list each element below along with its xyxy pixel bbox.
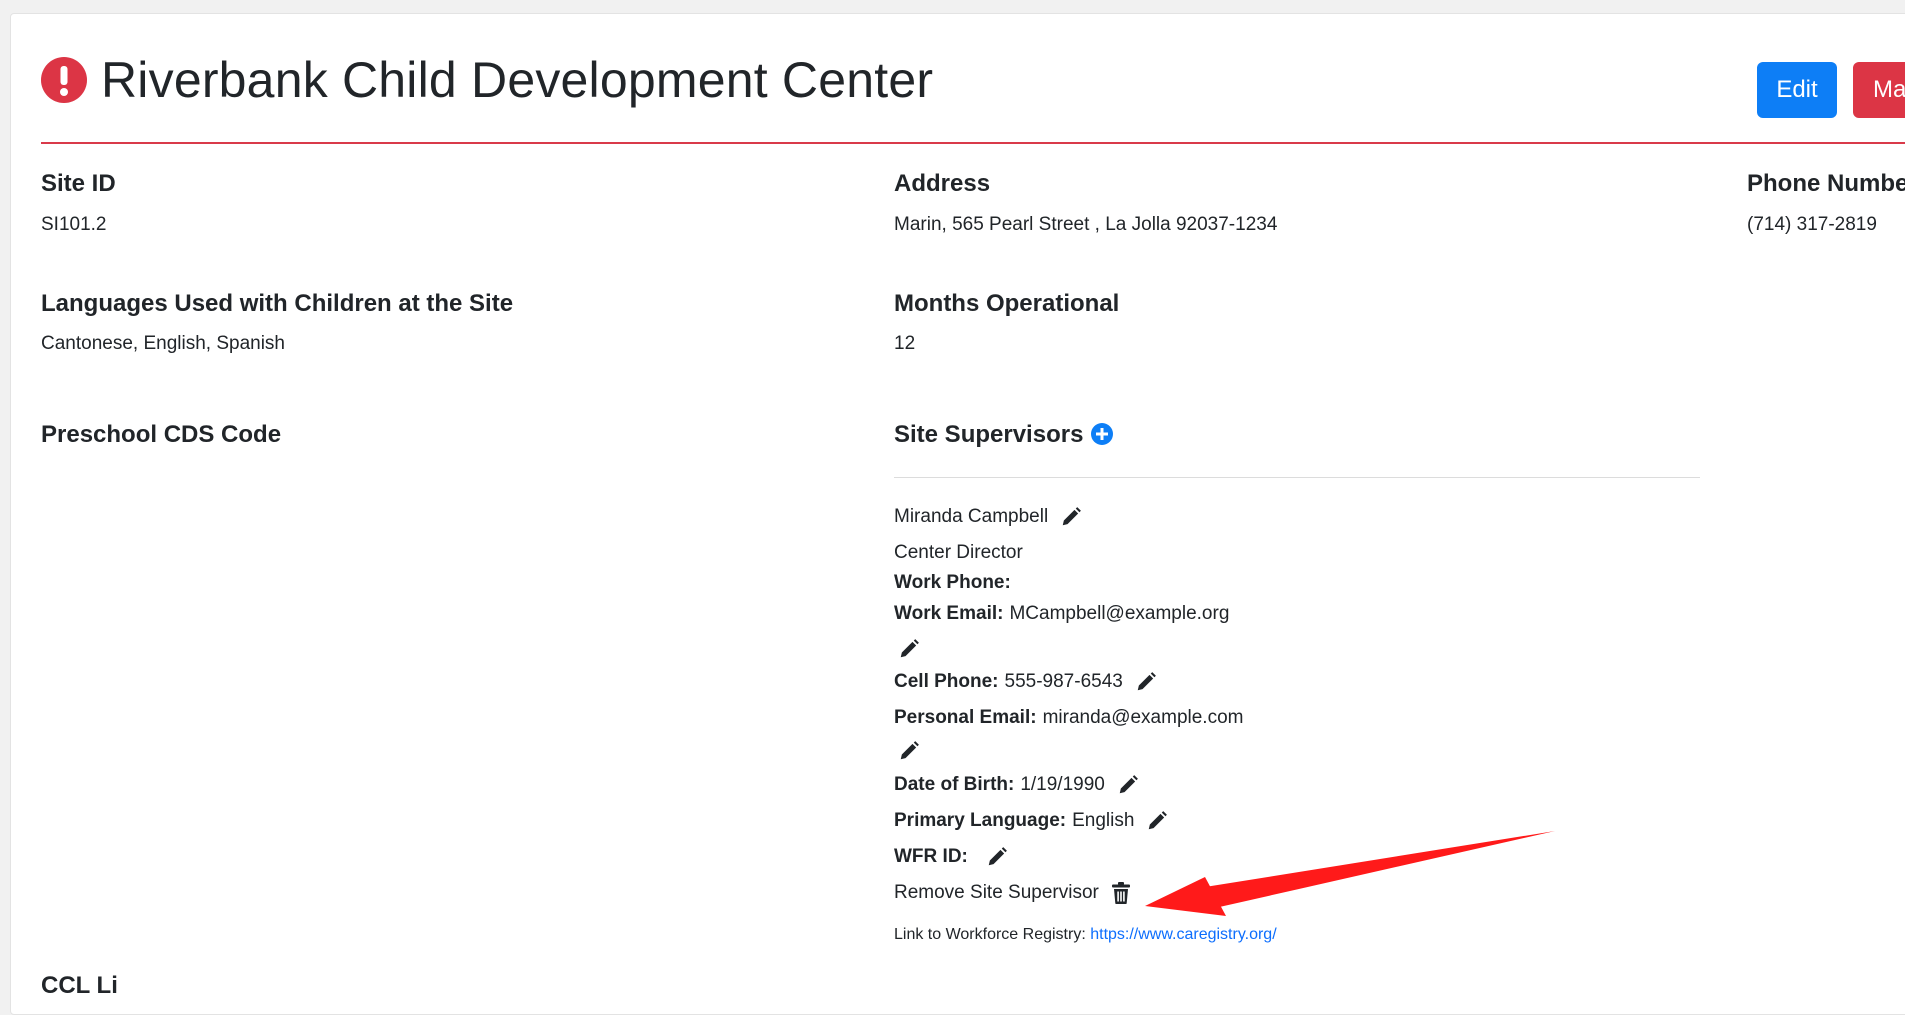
next-section-label: CCL Li — [41, 972, 118, 999]
wfr-id-row: WFR ID: — [894, 846, 1008, 868]
supervisors-divider — [894, 477, 1700, 478]
site-id-value: SI101.2 — [41, 214, 107, 235]
workforce-registry-label: Link to Workforce Registry: — [894, 926, 1086, 943]
remove-supervisor-label: Remove Site Supervisor — [894, 882, 1099, 903]
edit-personal-email-pencil-icon[interactable] — [898, 740, 920, 762]
dob-row: Date of Birth: 1/19/1990 — [894, 774, 1139, 796]
title-row: Riverbank Child Development Center — [41, 50, 933, 110]
phone-label: Phone Numbe — [1747, 170, 1905, 197]
page-title: Riverbank Child Development Center — [101, 52, 934, 108]
exclamation-circle-icon — [41, 57, 87, 103]
address-value: Marin, 565 Pearl Street , La Jolla 92037… — [894, 214, 1278, 235]
personal-email-label: Personal Email: — [894, 707, 1037, 728]
remove-supervisor-row: Remove Site Supervisor — [894, 882, 1131, 904]
edit-name-pencil-icon[interactable] — [1060, 506, 1082, 528]
supervisor-role: Center Director — [894, 542, 1023, 563]
workforce-registry-row: Link to Workforce Registry: https://www.… — [894, 926, 1277, 944]
months-value: 12 — [894, 333, 916, 354]
work-email-label: Work Email: — [894, 603, 1004, 624]
edit-cell-phone-pencil-icon[interactable] — [1135, 671, 1157, 693]
cell-phone-row: Cell Phone: 555-987-6543 — [894, 671, 1157, 693]
primary-language-row: Primary Language: English — [894, 810, 1168, 832]
primary-language-value: English — [1072, 810, 1135, 831]
title-divider — [41, 142, 1905, 144]
workforce-registry-link[interactable]: https://www.caregistry.org/ — [1090, 926, 1276, 943]
edit-work-email-pencil-icon[interactable] — [898, 638, 920, 660]
edit-wfr-id-pencil-icon[interactable] — [986, 846, 1008, 868]
personal-email-row: Personal Email: miranda@example.com — [894, 707, 1243, 729]
wfr-id-label: WFR ID: — [894, 846, 968, 867]
languages-label: Languages Used with Children at the Site — [41, 290, 514, 317]
cell-phone-value: 555-987-6543 — [1004, 671, 1123, 692]
work-email-row: Work Email: MCampbell@example.org — [894, 603, 1229, 625]
cds-code-label: Preschool CDS Code — [41, 421, 282, 448]
site-id-label: Site ID — [41, 170, 116, 197]
trash-icon[interactable] — [1111, 882, 1131, 904]
supervisor-name-row: Miranda Campbell — [894, 506, 1082, 528]
edit-primary-language-pencil-icon[interactable] — [1146, 810, 1168, 832]
edit-dob-pencil-icon[interactable] — [1117, 774, 1139, 796]
danger-button[interactable]: Ma — [1853, 62, 1905, 118]
dob-value: 1/19/1990 — [1020, 774, 1105, 795]
work-phone-label: Work Phone: — [894, 572, 1011, 593]
site-supervisors-heading: Site Supervisors — [894, 421, 1114, 449]
languages-value: Cantonese, English, Spanish — [41, 333, 285, 354]
work-email-value: MCampbell@example.org — [1009, 603, 1230, 624]
edit-button[interactable]: Edit — [1757, 62, 1837, 118]
site-supervisors-label: Site Supervisors — [894, 421, 1084, 448]
supervisor-name: Miranda Campbell — [894, 506, 1049, 527]
plus-circle-icon[interactable] — [1091, 423, 1114, 445]
address-label: Address — [894, 170, 991, 197]
personal-email-value: miranda@example.com — [1042, 707, 1244, 728]
work-phone-row: Work Phone: — [894, 572, 1017, 594]
months-label: Months Operational — [894, 290, 1120, 317]
primary-language-label: Primary Language: — [894, 810, 1067, 831]
phone-value: (714) 317-2819 — [1747, 214, 1877, 235]
dob-label: Date of Birth: — [894, 774, 1015, 795]
cell-phone-label: Cell Phone: — [894, 671, 999, 692]
